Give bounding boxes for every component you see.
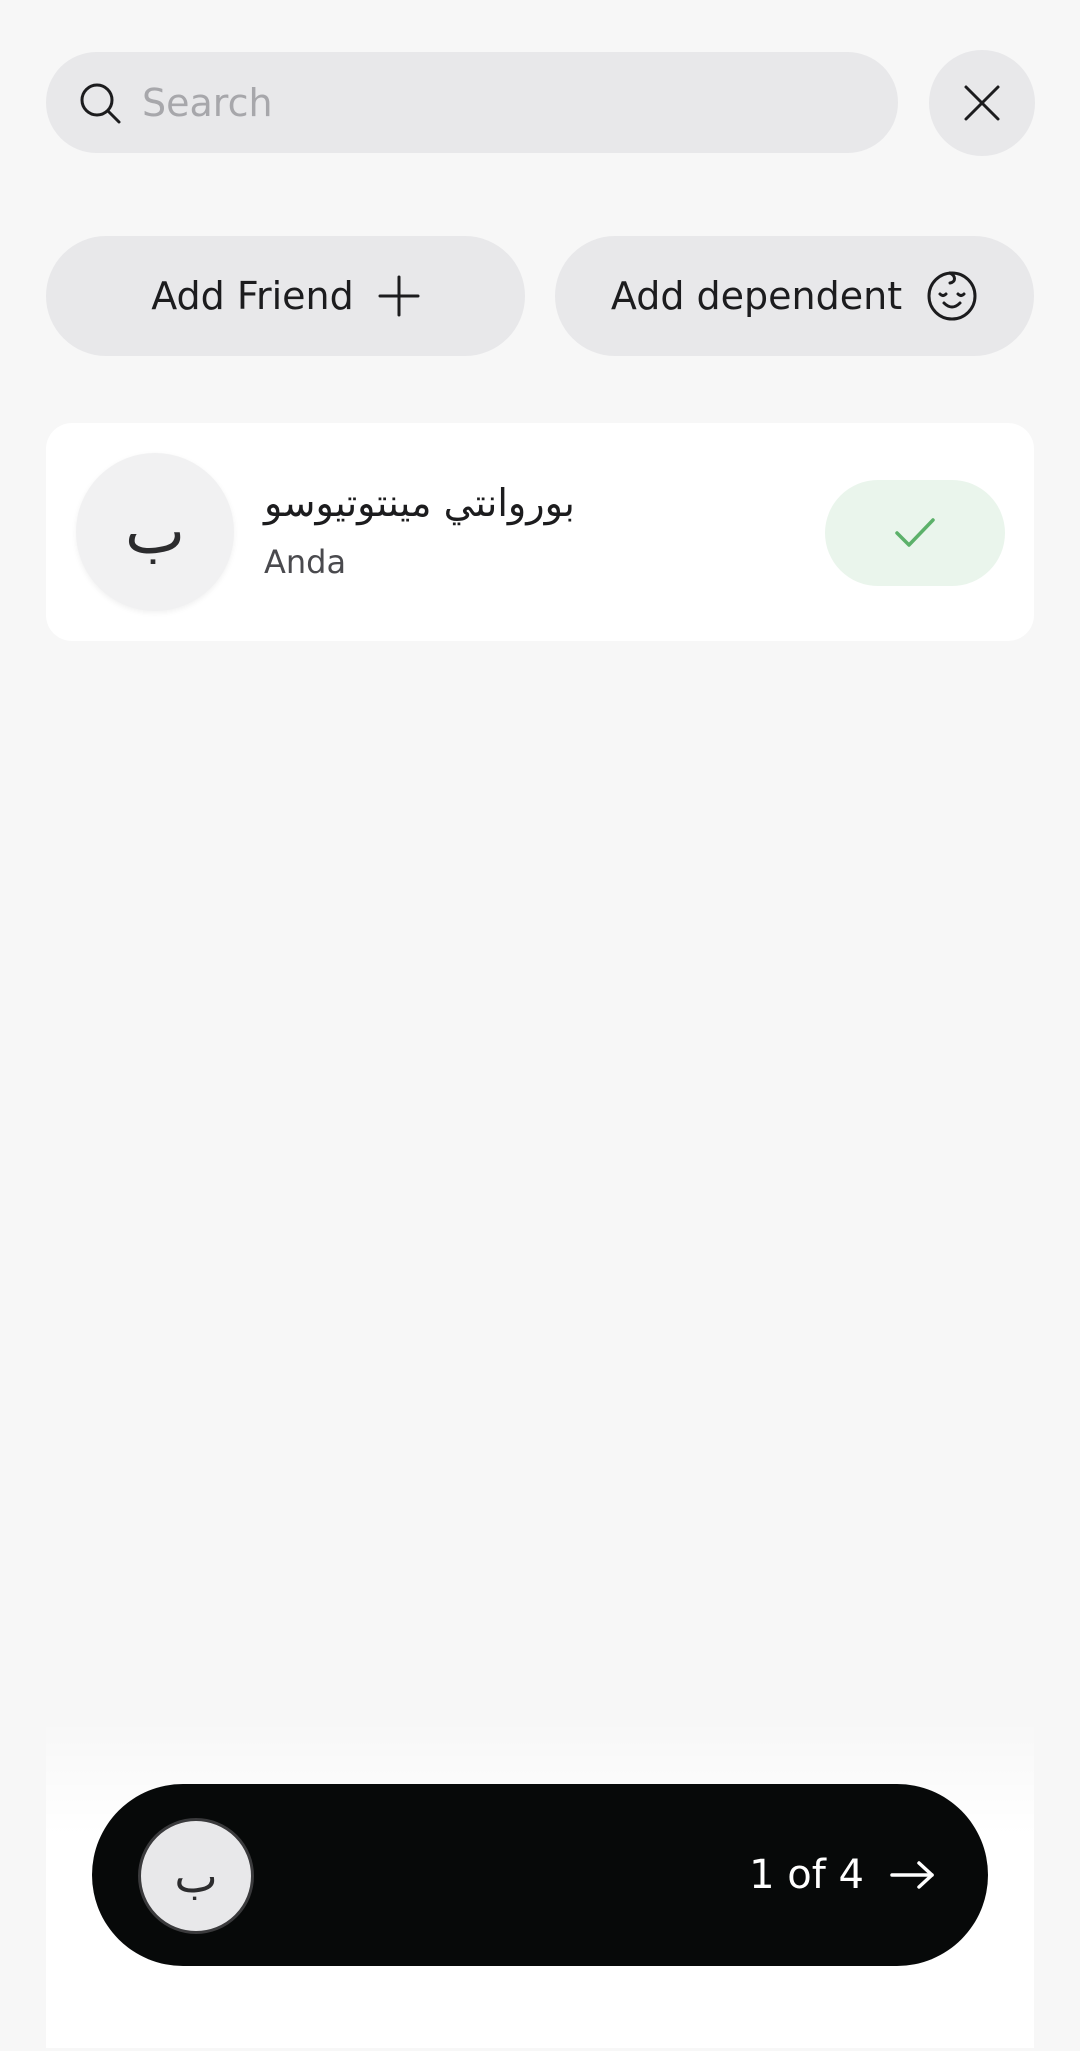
contact-subtitle: Anda	[264, 543, 347, 581]
close-button[interactable]	[929, 50, 1035, 156]
baby-face-icon	[926, 270, 978, 322]
search-bar[interactable]	[46, 52, 898, 153]
add-dependent-button[interactable]: Add dependent	[555, 236, 1034, 356]
selected-check-button[interactable]	[825, 480, 1005, 586]
plus-icon	[378, 275, 420, 317]
add-friend-button[interactable]: Add Friend	[46, 236, 525, 356]
add-friend-label: Add Friend	[151, 274, 354, 318]
arrow-right-icon	[890, 1860, 936, 1890]
pager-next-button[interactable]: 1 of 4	[749, 1784, 936, 1966]
search-input[interactable]	[142, 72, 842, 133]
selected-avatar[interactable]: ب	[138, 1818, 254, 1934]
friend-picker-screen: Add Friend Add dependent ب بوروانتي مينت…	[0, 0, 1080, 2051]
pager-text: 1 of 4	[749, 1852, 864, 1898]
check-icon	[895, 518, 935, 547]
close-icon	[964, 85, 1000, 121]
contact-name: بوروانتي مينتوتيوسو	[264, 481, 575, 525]
contact-card[interactable]: ب بوروانتي مينتوتيوسو Anda	[46, 423, 1034, 641]
add-dependent-label: Add dependent	[610, 274, 903, 318]
search-icon	[76, 79, 124, 127]
selection-bar[interactable]: ب 1 of 4	[92, 1784, 988, 1966]
avatar: ب	[76, 453, 234, 611]
